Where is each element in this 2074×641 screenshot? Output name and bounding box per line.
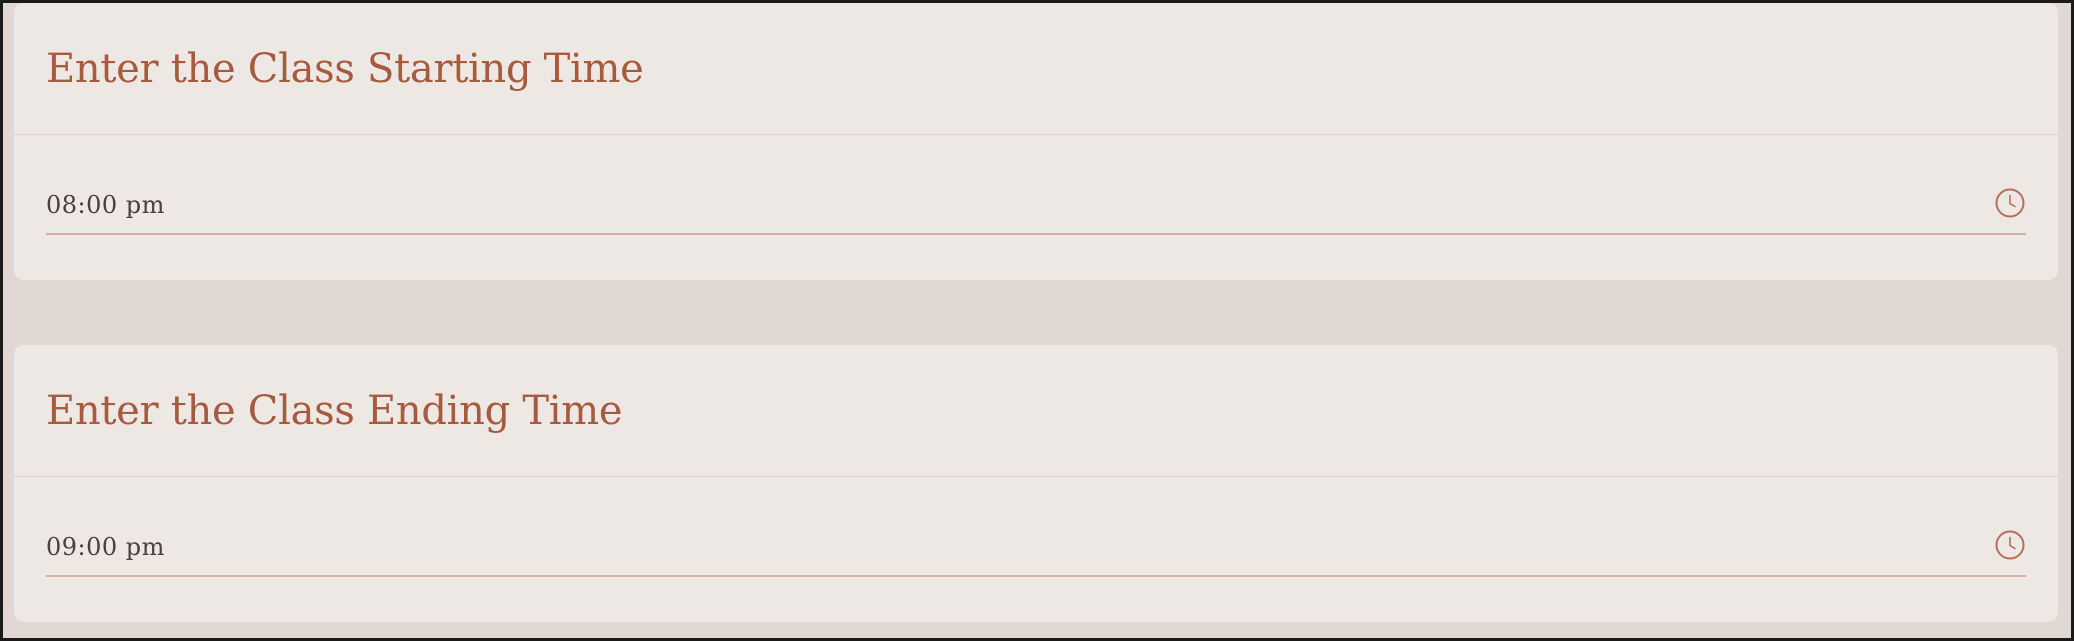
- start-time-value[interactable]: 08:00 pm: [46, 187, 165, 219]
- end-time-header: Enter the Class Ending Time: [14, 345, 2058, 477]
- end-time-value[interactable]: 09:00 pm: [46, 529, 165, 561]
- end-time-card: Enter the Class Ending Time 09:00 pm: [14, 345, 2058, 622]
- clock-icon[interactable]: [1994, 187, 2026, 219]
- end-time-title: Enter the Class Ending Time: [46, 387, 623, 434]
- start-time-title: Enter the Class Starting Time: [46, 45, 644, 92]
- end-time-input[interactable]: 09:00 pm: [46, 515, 2026, 577]
- start-time-card: Enter the Class Starting Time 08:00 pm: [14, 3, 2058, 280]
- start-time-input[interactable]: 08:00 pm: [46, 173, 2026, 235]
- clock-icon[interactable]: [1994, 529, 2026, 561]
- start-time-header: Enter the Class Starting Time: [14, 3, 2058, 135]
